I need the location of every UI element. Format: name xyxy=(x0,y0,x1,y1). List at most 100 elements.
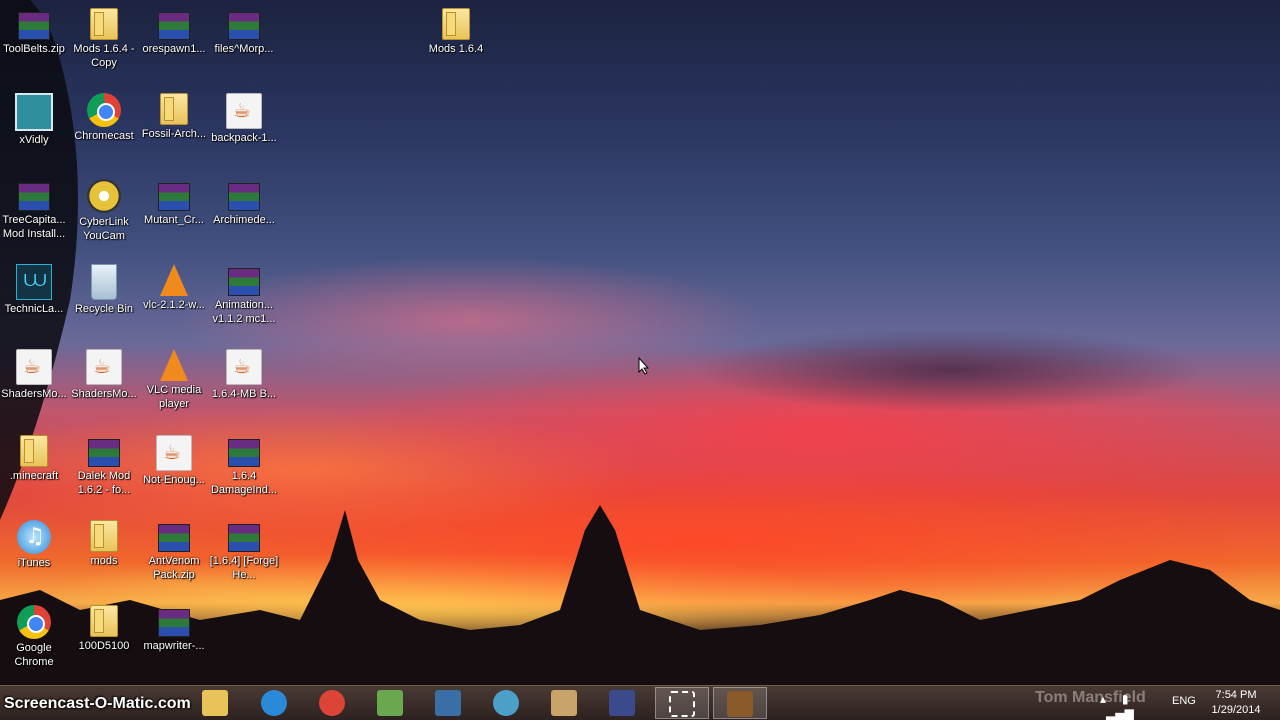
desktop-icon[interactable]: Google Chrome xyxy=(0,601,70,669)
desktop-icon-label: AntVenom Pack.zip xyxy=(148,555,200,581)
desktop-icon[interactable]: CyberLink YouCam xyxy=(68,175,140,243)
desktop-icon[interactable]: AntVenom Pack.zip xyxy=(138,516,210,582)
rar-icon xyxy=(228,12,260,40)
folder-icon xyxy=(90,8,118,40)
taskbar-button[interactable] xyxy=(479,687,533,719)
desktop-icon[interactable]: VLC media player xyxy=(138,345,210,411)
desktop-icon-label: Mods 1.6.4 xyxy=(428,43,484,55)
desktop-icon[interactable]: 1.6.4 DamageInd... xyxy=(208,431,280,497)
language-indicator[interactable]: ENG xyxy=(1172,695,1196,707)
network-globe-icon xyxy=(493,690,519,716)
desktop-icon[interactable]: Animation... v1.1.2 mc1... xyxy=(208,260,280,326)
desktop-icon[interactable]: mods xyxy=(68,516,140,568)
desktop-icon-label: Chromecast xyxy=(74,130,134,142)
taskbar-button[interactable] xyxy=(305,687,359,719)
chevron-up-icon[interactable]: ▴ xyxy=(1100,692,1106,706)
desktop-icon-label: Not-Enoug... xyxy=(143,474,205,486)
desktop-icon-label: mapwriter-... xyxy=(143,640,205,652)
desktop-icon[interactable]: iTunes xyxy=(0,516,70,570)
desktop-icon[interactable]: ToolBelts.zip xyxy=(0,4,70,56)
desktop-icon-label: 1.6.4 DamageInd... xyxy=(210,470,278,496)
desktop-icon-label: xVidly xyxy=(19,134,49,146)
rar-icon xyxy=(18,183,50,211)
desktop-icon-label: Animation... v1.1.2 mc1... xyxy=(212,299,276,325)
recycle-icon xyxy=(91,264,117,300)
snipping-tool-icon xyxy=(669,691,695,717)
desktop-icon-label: VLC media player xyxy=(146,384,202,410)
desktop-icon-label: ShadersMo... xyxy=(71,388,137,400)
folder-icon xyxy=(442,8,470,40)
desktop-icon-label: Mods 1.6.4 - Copy xyxy=(73,43,135,69)
desktop-icon[interactable]: TechnicLa... xyxy=(0,260,70,316)
desktop-icon[interactable]: orespawn1... xyxy=(138,4,210,56)
watermark-text: Screencast-O-Matic.com xyxy=(4,695,191,712)
folder-icon xyxy=(90,520,118,552)
clock[interactable]: 7:54 PM 1/29/2014 xyxy=(1200,688,1272,718)
desktop-icon-label: 1.6.4-MB B... xyxy=(211,388,277,400)
battery-icon[interactable]: ▮ xyxy=(1122,692,1129,706)
desktop-icon-label: iTunes xyxy=(17,557,51,569)
clock-date: 1/29/2014 xyxy=(1211,704,1261,716)
chrome-icon xyxy=(319,690,345,716)
desktop-icon[interactable]: 100D5100 xyxy=(68,601,140,653)
desktop-icon[interactable]: Mutant_Cr... xyxy=(138,175,210,227)
desktop-icon-label: files^Morp... xyxy=(214,43,274,55)
desktop-icon[interactable]: mapwriter-... xyxy=(138,601,210,653)
desktop-icon[interactable]: 1.6.4-MB B... xyxy=(208,345,280,401)
vlc-icon xyxy=(160,264,188,296)
rar-icon xyxy=(158,524,190,552)
minecraft-icon xyxy=(377,690,403,716)
rar-icon xyxy=(88,439,120,467)
rar-icon xyxy=(228,183,260,211)
desktop-icon[interactable]: backpack-1... xyxy=(208,89,280,145)
taskbar-button[interactable] xyxy=(713,687,767,719)
desktop-icon[interactable]: Dalek Mod 1.6.2 - fo... xyxy=(68,431,140,497)
itunes-icon xyxy=(17,520,51,554)
taskbar-button[interactable] xyxy=(537,687,591,719)
sun-app-icon xyxy=(609,690,635,716)
taskbar-button[interactable] xyxy=(188,687,242,719)
desktop-icon[interactable]: files^Morp... xyxy=(208,4,280,56)
desktop-icon[interactable]: Recycle Bin xyxy=(68,260,140,316)
desktop-icon[interactable]: xVidly xyxy=(0,89,70,147)
desktop-icon-label: Archimede... xyxy=(213,214,275,226)
taskbar-button[interactable] xyxy=(595,687,649,719)
remote-desktop-icon xyxy=(435,690,461,716)
desktop-icon[interactable]: ShadersMo... xyxy=(0,345,70,401)
rar-icon xyxy=(158,183,190,211)
signal-icon[interactable]: ▂▄▆ xyxy=(1106,706,1134,720)
desktop-icon[interactable]: Mods 1.6.4 xyxy=(420,4,492,56)
desktop-icon[interactable]: Fossil-Arch... xyxy=(138,89,210,141)
desktop-icon[interactable]: .minecraft xyxy=(0,431,70,483)
xvidly-icon xyxy=(15,93,53,131)
desktop-icon-label: Dalek Mod 1.6.2 - fo... xyxy=(77,470,131,496)
desktop-icon-label: vlc-2.1.2-w... xyxy=(143,299,205,311)
folder-icon xyxy=(90,605,118,637)
rar-icon xyxy=(228,268,260,296)
desktop-icon-label: 100D5100 xyxy=(78,640,130,652)
desktop-icon[interactable]: TreeCapita... Mod Install... xyxy=(0,175,70,241)
technic-icon xyxy=(16,264,52,300)
desktop-icon[interactable]: [1.6.4] [Forge] He... xyxy=(208,516,280,582)
file-explorer-icon xyxy=(202,690,228,716)
rar-icon xyxy=(158,12,190,40)
crafting-table-icon xyxy=(727,691,753,717)
chrome-icon xyxy=(17,605,51,639)
taskbar-button[interactable] xyxy=(247,687,301,719)
java-icon xyxy=(226,93,262,129)
taskbar-button[interactable] xyxy=(363,687,417,719)
system-tray[interactable]: ▴ ▮ ▂▄▆ xyxy=(1100,692,1162,720)
taskbar-button[interactable] xyxy=(421,687,475,719)
desktop-icon[interactable]: vlc-2.1.2-w... xyxy=(138,260,210,312)
mouse-cursor-icon xyxy=(638,357,650,375)
taskbar-button[interactable] xyxy=(655,687,709,719)
desktop-icon[interactable]: Mods 1.6.4 - Copy xyxy=(68,4,140,70)
desktop-icon-label: ShadersMo... xyxy=(1,388,67,400)
desktop-icon[interactable]: Archimede... xyxy=(208,175,280,227)
chrome-icon xyxy=(87,93,121,127)
desktop-icon-label: TechnicLa... xyxy=(4,303,64,315)
desktop-icon-label: TreeCapita... Mod Install... xyxy=(2,214,66,240)
desktop-icon[interactable]: ShadersMo... xyxy=(68,345,140,401)
desktop-icon[interactable]: Chromecast xyxy=(68,89,140,143)
desktop-icon[interactable]: Not-Enoug... xyxy=(138,431,210,487)
